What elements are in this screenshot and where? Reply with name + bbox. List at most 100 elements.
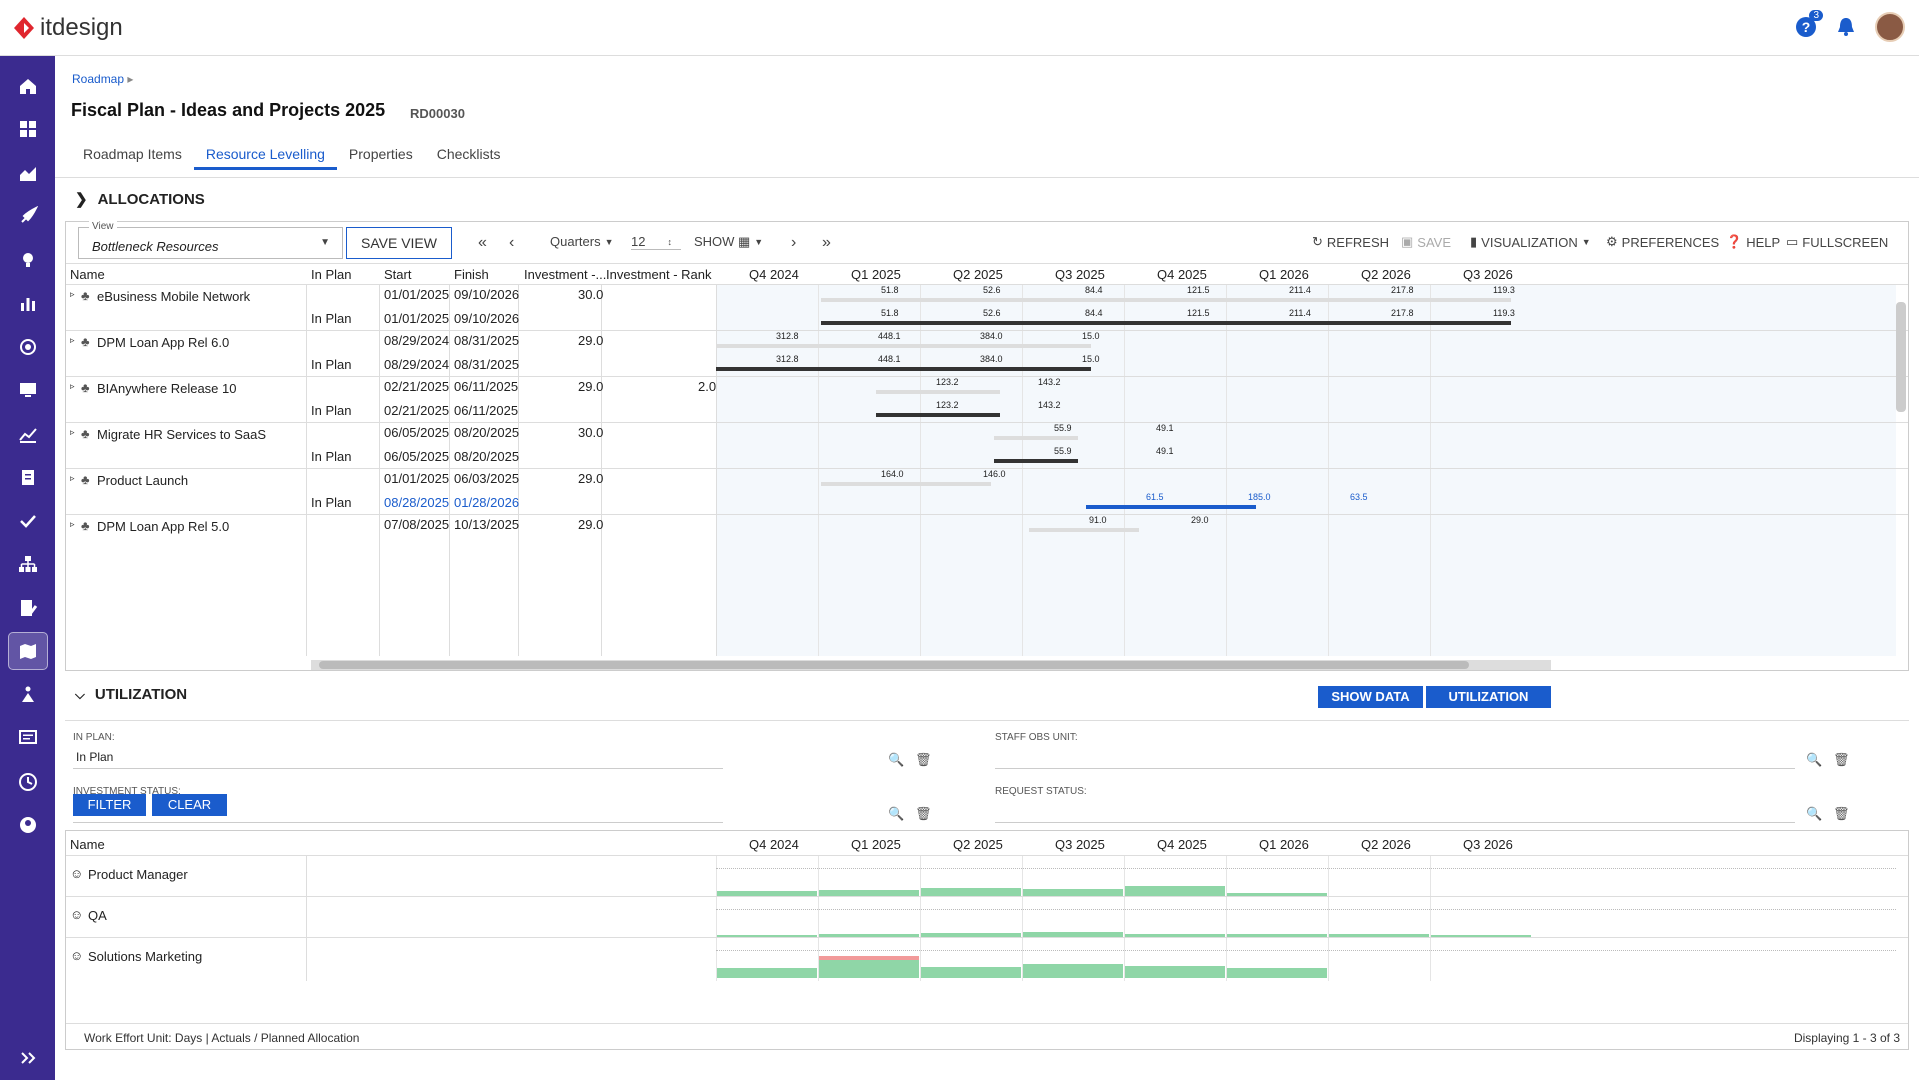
staff-obs-field[interactable] (995, 768, 1795, 769)
user-avatar[interactable] (1875, 12, 1905, 42)
list-icon[interactable] (0, 717, 55, 761)
last-period-icon[interactable]: » (822, 234, 831, 252)
area-chart-icon[interactable] (0, 151, 55, 195)
vertical-scrollbar[interactable] (1896, 302, 1906, 412)
clipboard-icon[interactable] (0, 456, 55, 500)
view-select[interactable]: View Bottleneck Resources ▼ (78, 221, 343, 259)
lightbulb-icon[interactable] (0, 238, 55, 282)
target-icon[interactable] (0, 325, 55, 369)
prev-period-icon[interactable]: ‹ (509, 234, 514, 252)
period-count-input[interactable]: 12 ↕ (631, 234, 681, 250)
allocation-row[interactable]: ▹ ♣ BIAnywhere Release 10 02/21/2025 06/11/2… (66, 376, 1908, 422)
resource-name[interactable]: Product Manager (88, 867, 188, 882)
planned-bar[interactable] (994, 459, 1078, 463)
users-settings-icon[interactable] (0, 804, 55, 848)
allocation-bar[interactable] (716, 344, 1091, 348)
tab-checklists[interactable]: Checklists (425, 140, 513, 170)
resource-name[interactable]: Solutions Marketing (88, 949, 202, 964)
allocation-row[interactable]: ▹ ♣ DPM Loan App Rel 5.0 07/08/2025 10/13/20… (66, 514, 1908, 560)
col-start[interactable]: Start (384, 267, 411, 282)
rocket-icon[interactable] (0, 195, 55, 239)
filter-button[interactable]: FILTER (73, 794, 146, 816)
home-icon[interactable] (0, 64, 55, 108)
request-status-field[interactable] (995, 822, 1795, 823)
dashboard-icon[interactable] (0, 108, 55, 152)
col-rank[interactable]: Investment - Rank (606, 267, 712, 282)
save-button[interactable]: ▣ SAVE (1401, 234, 1451, 250)
expand-sidebar-icon[interactable] (0, 1037, 55, 1080)
bar-chart-icon[interactable] (0, 282, 55, 326)
line-chart-icon[interactable] (0, 412, 55, 456)
planned-bar[interactable] (1086, 505, 1256, 509)
item-name[interactable]: eBusiness Mobile Network (97, 289, 250, 304)
planned-bar[interactable] (821, 321, 1511, 325)
check-icon[interactable] (0, 499, 55, 543)
trash-icon[interactable]: 🗑 (1833, 806, 1850, 822)
org-chart-icon[interactable] (0, 673, 55, 717)
bell-icon[interactable] (1835, 16, 1857, 38)
utilization-header[interactable]: ⌵ UTILIZATION (75, 686, 187, 703)
tab-resource-levelling[interactable]: Resource Levelling (193, 140, 337, 170)
allocation-row[interactable]: ▹ ♣ DPM Loan App Rel 6.0 08/29/2024 08/31/20… (66, 330, 1908, 376)
utilization-row[interactable]: ☺ Product Manager (66, 855, 1908, 896)
item-name[interactable]: Migrate HR Services to SaaS (97, 427, 266, 442)
allocation-row[interactable]: ▹ ♣ Migrate HR Services to SaaS 06/05/2025 0… (66, 422, 1908, 468)
allocation-bar[interactable] (994, 436, 1078, 440)
util-col-name[interactable]: Name (70, 837, 105, 852)
breadcrumb[interactable]: Roadmap ▸ (72, 72, 133, 86)
clear-button[interactable]: CLEAR (152, 794, 227, 816)
planned-bar[interactable] (876, 413, 1000, 417)
trash-icon[interactable]: 🗑 (1833, 752, 1850, 768)
search-icon[interactable]: 🔍 (888, 752, 904, 768)
clock-icon[interactable] (0, 760, 55, 804)
planned-bar[interactable] (716, 367, 1091, 371)
in-plan-field[interactable] (73, 768, 723, 769)
utilization-settings-button[interactable]: UTILIZATION SETTINGS (1426, 686, 1551, 726)
search-icon[interactable]: 🔍 (1806, 806, 1822, 822)
col-name[interactable]: Name (70, 267, 105, 282)
hierarchy-icon[interactable] (0, 543, 55, 587)
edit-document-icon[interactable] (0, 586, 55, 630)
trash-icon[interactable]: 🗑 (915, 752, 932, 768)
visualization-button[interactable]: ▮ VISUALIZATION ▼ (1470, 234, 1591, 250)
utilization-row[interactable]: ☺ QA (66, 896, 1908, 937)
first-period-icon[interactable]: « (478, 234, 487, 252)
col-in-plan[interactable]: In Plan (311, 267, 351, 282)
show-data-filter-button[interactable]: SHOW DATA FILTER (1318, 686, 1423, 726)
allocation-row[interactable]: ▹ ♣ eBusiness Mobile Network 01/01/2025 09/1… (66, 284, 1908, 330)
help-button[interactable]: ❓ HELP (1726, 234, 1780, 250)
utilization-row[interactable]: ☺ Solutions Marketing (66, 937, 1908, 978)
col-investment[interactable]: Investment -... (524, 267, 606, 282)
investment-status-field[interactable] (73, 822, 723, 823)
fullscreen-button[interactable]: ▭ FULLSCREEN (1786, 234, 1888, 250)
next-period-icon[interactable]: › (791, 234, 796, 252)
resource-name[interactable]: QA (88, 908, 107, 923)
item-name[interactable]: DPM Loan App Rel 6.0 (97, 335, 229, 350)
in-plan-value[interactable]: In Plan (76, 750, 113, 764)
monitor-icon[interactable] (0, 369, 55, 413)
horizontal-scrollbar[interactable] (311, 660, 1551, 670)
allocations-header[interactable]: ❯ ALLOCATIONS (75, 190, 205, 209)
allocation-row[interactable]: ▹ ♣ Product Launch 01/01/2025 06/03/2025 29.0… (66, 468, 1908, 514)
tab-properties[interactable]: Properties (337, 140, 425, 170)
allocation-bar[interactable] (821, 482, 991, 486)
preferences-button[interactable]: ⚙ PREFERENCES (1606, 234, 1719, 250)
item-name[interactable]: DPM Loan App Rel 5.0 (97, 519, 229, 534)
calendar-icon[interactable]: ▦ ▼ (738, 234, 763, 250)
help-icon[interactable]: ? 3 (1795, 10, 1823, 38)
search-icon[interactable]: 🔍 (1806, 752, 1822, 768)
item-name[interactable]: Product Launch (97, 473, 188, 488)
tab-roadmap-items[interactable]: Roadmap Items (71, 140, 194, 170)
item-name[interactable]: BIAnywhere Release 10 (97, 381, 236, 396)
period-select[interactable]: Quarters ▼ (550, 234, 614, 249)
allocation-bar[interactable] (876, 390, 1000, 394)
allocation-bar[interactable] (1029, 528, 1139, 532)
allocation-bar[interactable] (821, 298, 1511, 302)
search-icon[interactable]: 🔍 (888, 806, 904, 822)
refresh-button[interactable]: ↻ REFRESH (1312, 234, 1389, 250)
trash-icon[interactable]: 🗑 (915, 806, 932, 822)
col-finish[interactable]: Finish (454, 267, 489, 282)
save-view-button[interactable]: SAVE VIEW (346, 227, 452, 259)
app-logo[interactable]: itdesign (14, 14, 123, 42)
roadmap-icon[interactable] (0, 630, 55, 674)
